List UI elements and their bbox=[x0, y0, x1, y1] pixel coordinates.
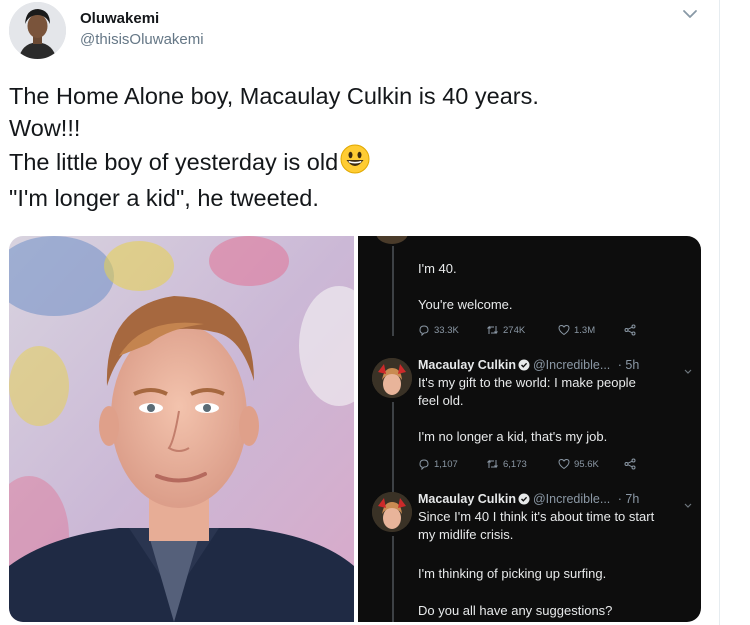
share-icon bbox=[624, 324, 636, 336]
screenshot-tweet2-header: Macaulay Culkin @Incredible... · 5h bbox=[418, 358, 639, 374]
screenshot-avatar-top bbox=[376, 236, 408, 244]
thread-line bbox=[392, 246, 394, 336]
reply-action: 33.3K bbox=[418, 324, 459, 336]
reply-count: 33.3K bbox=[434, 324, 459, 336]
screenshot-tweet3-header: Macaulay Culkin @Incredible... · 7h bbox=[418, 492, 639, 508]
avatar[interactable] bbox=[9, 2, 66, 59]
like-count: 1.3M bbox=[574, 324, 596, 336]
tweet-text: The Home Alone boy, Macaulay Culkin is 4… bbox=[9, 80, 709, 214]
screenshot-tweet1-line2: You're welcome. bbox=[418, 297, 513, 312]
heart-icon bbox=[558, 458, 570, 470]
tweet-line-4: "I'm longer a kid", he tweeted. bbox=[9, 185, 319, 211]
retweet-icon bbox=[487, 459, 498, 469]
author-handle: @Incredible... bbox=[532, 492, 611, 506]
tweet-line-3: The little boy of yesterday is old bbox=[9, 144, 709, 182]
reply-icon bbox=[419, 325, 429, 336]
tweet-line-1: The Home Alone boy, Macaulay Culkin is 4… bbox=[9, 83, 539, 109]
like-action: 95.6K bbox=[558, 458, 599, 470]
retweet-icon bbox=[487, 325, 498, 335]
user-handle[interactable]: @thisisOluwakemi bbox=[80, 31, 204, 48]
verified-badge-icon bbox=[518, 359, 530, 374]
screenshot-avatar bbox=[372, 492, 412, 532]
tweet-screenshot[interactable]: I'm 40. You're welcome. 33.3K 274K 1.3M bbox=[358, 236, 701, 622]
display-name[interactable]: Oluwakemi bbox=[80, 10, 159, 27]
author-name: Macaulay Culkin bbox=[418, 358, 516, 372]
like-count: 95.6K bbox=[574, 458, 599, 470]
screenshot-avatar bbox=[372, 358, 412, 398]
author-handle: @Incredible... bbox=[532, 358, 611, 372]
screenshot-tweet3-text1: Since I'm 40 I think it's about time to … bbox=[418, 509, 655, 524]
retweet-count: 6,173 bbox=[503, 458, 527, 470]
retweet-action: 6,173 bbox=[486, 458, 527, 470]
screenshot-tweet3-text4: Do you all have any suggestions? bbox=[418, 603, 613, 618]
tweet-time: · 5h bbox=[617, 358, 640, 372]
reply-icon bbox=[419, 459, 429, 470]
portrait-photo[interactable] bbox=[9, 236, 379, 622]
reply-count: 1,107 bbox=[434, 458, 458, 470]
heart-icon bbox=[558, 324, 570, 336]
tweet-time: · 7h bbox=[617, 492, 640, 506]
screenshot-tweet3-text3: I'm thinking of picking up surfing. bbox=[418, 566, 607, 581]
thread-line-3 bbox=[392, 536, 394, 622]
thread-line-2 bbox=[392, 402, 394, 502]
tweet-line-3-text: The little boy of yesterday is old bbox=[9, 149, 339, 175]
like-action: 1.3M bbox=[558, 324, 595, 336]
reply-action: 1,107 bbox=[418, 458, 458, 470]
retweet-action: 274K bbox=[486, 324, 525, 336]
chevron-down-icon bbox=[683, 497, 693, 508]
retweet-count: 274K bbox=[503, 324, 526, 336]
tweet-media[interactable]: I'm 40. You're welcome. 33.3K 274K 1.3M bbox=[9, 236, 701, 622]
share-icon bbox=[624, 458, 636, 470]
column-divider bbox=[719, 0, 720, 625]
verified-badge-icon bbox=[518, 493, 530, 508]
screenshot-tweet2-text3: I'm no longer a kid, that's my job. bbox=[418, 429, 608, 444]
share-action bbox=[624, 458, 636, 470]
screenshot-tweet2-text2: feel old. bbox=[418, 393, 464, 408]
chevron-down-icon[interactable] bbox=[680, 6, 700, 22]
screenshot-tweet1-line1: I'm 40. bbox=[418, 261, 457, 276]
screenshot-tweet2-text1: It's my gift to the world: I make people bbox=[418, 375, 636, 390]
grinning-face-emoji-icon bbox=[340, 144, 370, 182]
tweet-line-2: Wow!!! bbox=[9, 115, 81, 141]
author-name: Macaulay Culkin bbox=[418, 492, 516, 506]
share-action bbox=[624, 324, 636, 336]
screenshot-tweet3-text2: my midlife crisis. bbox=[418, 527, 514, 542]
chevron-down-icon bbox=[683, 363, 693, 374]
